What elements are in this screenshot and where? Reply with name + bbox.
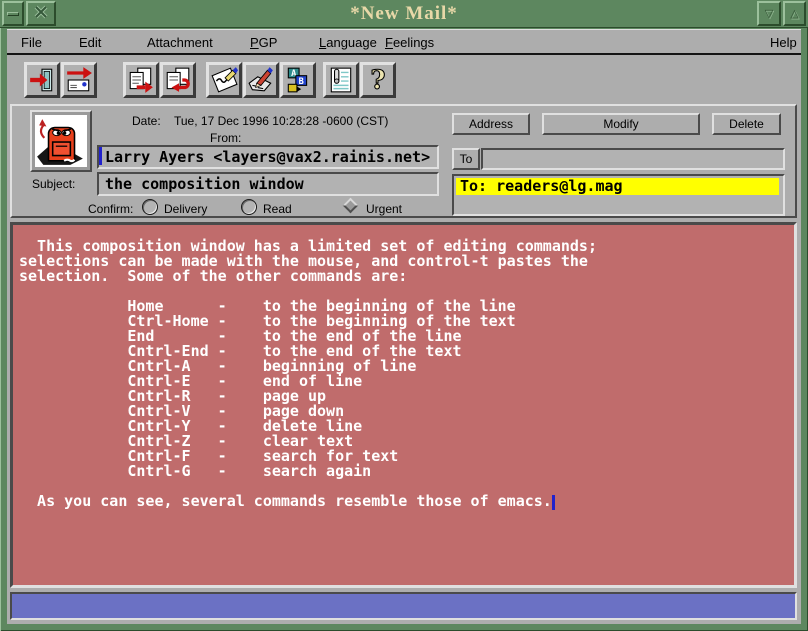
exit-icon bbox=[28, 66, 56, 94]
titlebar[interactable]: *New Mail* ▽ △ bbox=[0, 0, 808, 28]
urgent-toggle[interactable] bbox=[343, 198, 359, 214]
message-body-area[interactable]: This composition window has a limited se… bbox=[10, 222, 797, 588]
confirm-delivery-radio[interactable] bbox=[142, 199, 158, 215]
confirm-label: Confirm: bbox=[88, 202, 133, 216]
to-button[interactable]: To bbox=[452, 148, 480, 170]
urgent-label: Urgent bbox=[366, 202, 402, 216]
sign-icon bbox=[210, 66, 238, 94]
triangle-down-icon: ▽ bbox=[765, 7, 773, 20]
to-input[interactable] bbox=[481, 148, 785, 170]
close-button[interactable] bbox=[26, 1, 56, 26]
modify-button[interactable]: Modify bbox=[542, 113, 700, 135]
confirm-read-radio[interactable] bbox=[241, 199, 257, 215]
window-menu-button[interactable] bbox=[2, 1, 24, 26]
svg-text:B: B bbox=[299, 77, 304, 87]
svg-text:?: ? bbox=[370, 66, 385, 94]
toolbar-send-button[interactable] bbox=[61, 62, 97, 98]
insert-file-icon bbox=[127, 66, 155, 94]
from-field[interactable] bbox=[97, 145, 439, 169]
menu-attachment[interactable]: Attachment bbox=[147, 35, 213, 50]
toolbar-help-button[interactable]: ? bbox=[360, 62, 396, 98]
window-title: *New Mail* bbox=[60, 0, 748, 28]
toolbar-insert-file-button[interactable] bbox=[123, 62, 159, 98]
header-panel: Date: Tue, 17 Dec 1996 10:28:28 -0600 (C… bbox=[10, 104, 797, 218]
revert-file-icon bbox=[164, 66, 192, 94]
recipient-row[interactable]: To: readers@lg.mag bbox=[456, 178, 779, 195]
menu-pgp[interactable]: PGP bbox=[250, 35, 277, 50]
iconify-button[interactable]: ▽ bbox=[757, 1, 781, 26]
menu-help[interactable]: Help bbox=[770, 35, 797, 50]
confirm-delivery-label: Delivery bbox=[164, 202, 207, 216]
help-icon: ? bbox=[364, 66, 392, 94]
toolbar-sign-button[interactable] bbox=[206, 62, 242, 98]
subject-label: Subject: bbox=[32, 177, 75, 191]
status-bar bbox=[10, 592, 797, 620]
spell-check-icon: A B bbox=[284, 66, 312, 94]
date-value: Tue, 17 Dec 1996 10:28:28 -0600 (CST) bbox=[174, 114, 388, 128]
toolbar-revert-file-button[interactable] bbox=[160, 62, 196, 98]
mail-logo bbox=[30, 110, 92, 172]
from-label: From: bbox=[210, 131, 241, 145]
delete-button[interactable]: Delete bbox=[712, 113, 781, 135]
menu-feelings[interactable]: Feelings bbox=[385, 35, 434, 50]
maximize-button[interactable]: △ bbox=[783, 1, 806, 26]
recipient-list[interactable]: To: readers@lg.mag bbox=[452, 174, 785, 216]
toolbar-external-editor-button[interactable] bbox=[243, 62, 279, 98]
menu-file[interactable]: File bbox=[21, 35, 42, 50]
close-icon bbox=[32, 3, 50, 24]
date-label: Date: bbox=[132, 114, 161, 128]
text-cursor bbox=[552, 495, 555, 510]
message-body-text[interactable]: This composition window has a limited se… bbox=[19, 239, 794, 509]
toolbar-exit-button[interactable] bbox=[24, 62, 60, 98]
send-icon bbox=[65, 66, 93, 94]
mail-compose-window: *New Mail* ▽ △ File Edit Attachment PGP … bbox=[0, 0, 808, 631]
toolbar-attachments-button[interactable] bbox=[323, 62, 359, 98]
confirm-read-label: Read bbox=[263, 202, 292, 216]
dash-icon bbox=[7, 12, 19, 16]
mailbox-icon bbox=[35, 115, 87, 167]
attachments-icon bbox=[327, 66, 355, 94]
triangle-up-icon: △ bbox=[790, 7, 798, 20]
menubar: File Edit Attachment PGP Language Feelin… bbox=[7, 29, 801, 55]
menu-language[interactable]: Language bbox=[319, 35, 377, 50]
toolbar-spell-check-button[interactable]: A B bbox=[280, 62, 316, 98]
address-button[interactable]: Address bbox=[452, 113, 530, 135]
external-editor-icon bbox=[247, 66, 275, 94]
menu-edit[interactable]: Edit bbox=[79, 35, 101, 50]
from-text-cursor bbox=[99, 147, 102, 165]
subject-field[interactable] bbox=[97, 172, 439, 196]
